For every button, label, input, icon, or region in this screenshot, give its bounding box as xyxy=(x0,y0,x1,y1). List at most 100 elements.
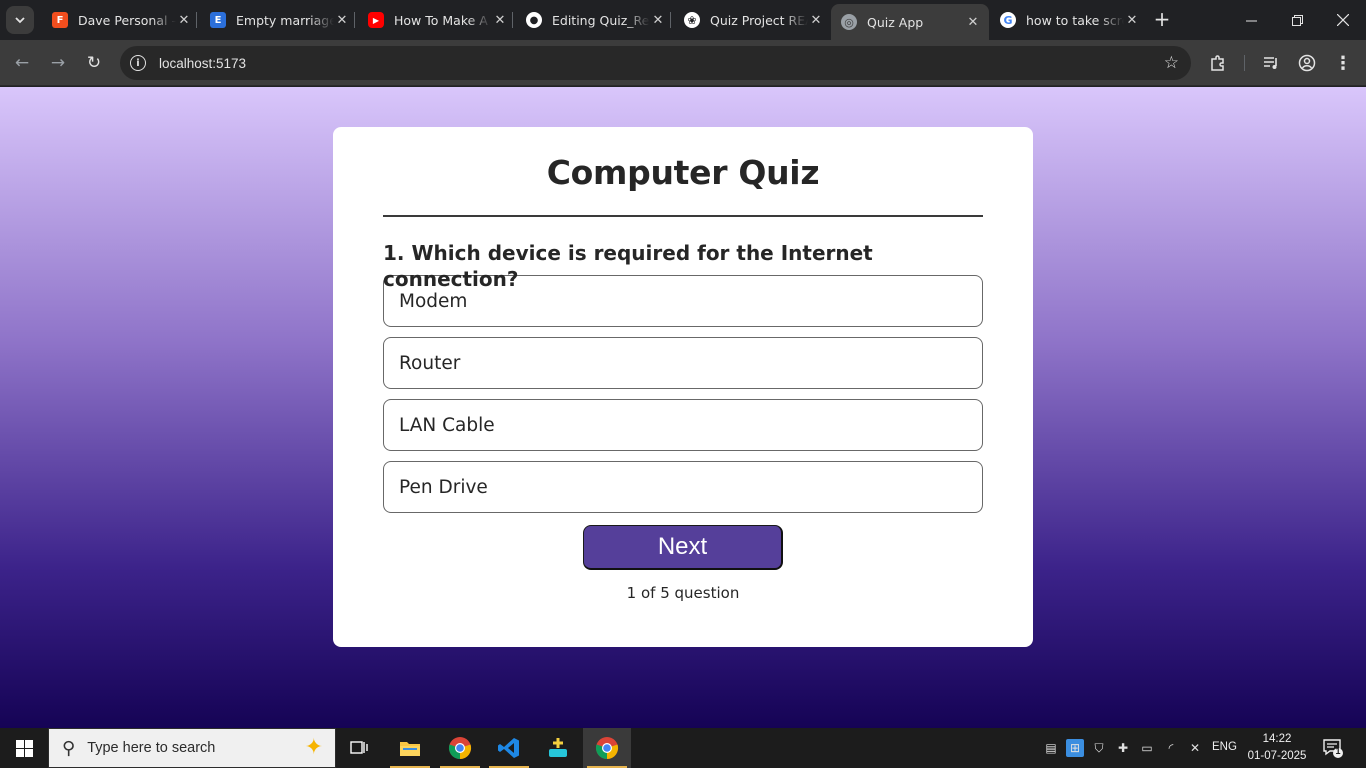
toolbar-separator xyxy=(1244,55,1245,71)
volume-muted-icon[interactable]: ✕ xyxy=(1186,739,1204,757)
tab-quiz-project[interactable]: ❀ Quiz Project REA ✕ xyxy=(674,4,832,36)
tab-title: Quiz Project REA xyxy=(710,12,808,28)
start-button[interactable] xyxy=(0,728,48,768)
tab-title: How To Make A xyxy=(394,12,488,28)
next-button[interactable]: Next xyxy=(583,525,783,570)
close-icon[interactable]: ✕ xyxy=(334,13,350,28)
answer-options: Modem Router LAN Cable Pen Drive xyxy=(383,275,983,513)
search-icon: ⚲ xyxy=(62,737,76,759)
site-info-icon[interactable]: i xyxy=(130,55,146,71)
close-icon[interactable]: ✕ xyxy=(650,13,666,28)
arrow-left-icon: ← xyxy=(14,53,30,73)
notification-count: 1 xyxy=(1335,746,1341,756)
chrome-icon xyxy=(448,737,472,760)
battery-icon[interactable]: ▭ xyxy=(1138,739,1156,757)
tab-separator xyxy=(512,12,513,28)
option-router[interactable]: Router xyxy=(383,337,983,389)
quiz-card: Computer Quiz 1. Which device is require… xyxy=(333,127,1033,647)
tray-device-icon[interactable]: ✚ xyxy=(1114,739,1132,757)
figma-icon: F xyxy=(52,12,68,28)
chatgpt-icon: ❀ xyxy=(684,12,700,28)
profile-button[interactable] xyxy=(1296,52,1318,74)
tab-editing-quiz[interactable]: ● Editing Quiz_Rea ✕ xyxy=(516,4,674,36)
chrome-taskbar-button[interactable] xyxy=(436,728,484,768)
tray-security-icon[interactable]: ⛉ xyxy=(1090,739,1108,757)
tab-dave-personal[interactable]: F Dave Personal – ✕ xyxy=(42,4,200,36)
close-icon[interactable]: ✕ xyxy=(176,13,192,28)
browser-toolbar: ← → ↻ i localhost:5173 ☆ ⋮ xyxy=(0,40,1366,86)
chrome-icon xyxy=(595,737,619,760)
vscode-icon xyxy=(498,738,519,758)
close-icon[interactable]: ✕ xyxy=(1124,13,1140,28)
menu-button[interactable]: ⋮ xyxy=(1332,52,1354,74)
chevron-down-icon xyxy=(15,17,25,24)
page-viewport: Computer Quiz 1. Which device is require… xyxy=(0,87,1366,728)
tab-title: Dave Personal – xyxy=(78,12,176,28)
question-text: 1. Which device is required for the Inte… xyxy=(383,241,873,291)
tab-quiz-app[interactable]: ◎ Quiz App ✕ xyxy=(831,4,989,40)
clock-date: 01-07-2025 xyxy=(1247,750,1307,762)
tab-title: how to take scre xyxy=(1026,12,1124,28)
tab-title: Quiz App xyxy=(867,14,924,30)
app-icon xyxy=(549,738,567,757)
account-icon xyxy=(1298,54,1316,72)
question-progress: 1 of 5 question xyxy=(626,584,740,602)
restore-button[interactable] xyxy=(1274,0,1320,40)
taskbar: ⚲ Type here to search ✦ ▤ ⊞ ⛉ ✚ ▭ ◜ ✕ EN… xyxy=(0,728,1366,768)
option-lan-cable[interactable]: LAN Cable xyxy=(383,399,983,451)
tab-how-to-make[interactable]: ▶ How To Make A ✕ xyxy=(358,4,516,36)
tab-separator xyxy=(196,12,197,28)
bookmark-star-icon[interactable]: ☆ xyxy=(1164,53,1179,73)
chrome-active-button[interactable] xyxy=(583,728,631,768)
document-icon: E xyxy=(210,12,226,28)
github-icon: ● xyxy=(526,12,542,28)
close-icon xyxy=(1337,14,1349,26)
tab-strip: F Dave Personal – ✕ E Empty marriage ✕ ▶… xyxy=(0,0,1366,40)
google-icon: G xyxy=(1000,12,1016,28)
close-window-button[interactable] xyxy=(1320,0,1366,40)
close-icon[interactable]: ✕ xyxy=(965,15,981,30)
media-controls-button[interactable] xyxy=(1260,52,1282,74)
close-icon[interactable]: ✕ xyxy=(808,13,824,28)
tab-separator xyxy=(670,12,671,28)
tab-search-button[interactable] xyxy=(6,6,34,34)
search-placeholder: Type here to search xyxy=(87,740,216,756)
minimize-icon xyxy=(1245,20,1257,21)
reload-button[interactable]: ↻ xyxy=(81,50,107,76)
option-pen-drive[interactable]: Pen Drive xyxy=(383,461,983,513)
restore-icon xyxy=(1291,14,1303,26)
tab-empty-marriage[interactable]: E Empty marriage ✕ xyxy=(200,4,358,36)
playlist-icon xyxy=(1264,57,1277,69)
more-vertical-icon: ⋮ xyxy=(1334,52,1352,74)
reload-icon: ↻ xyxy=(86,53,102,73)
back-button[interactable]: ← xyxy=(9,50,35,76)
tab-how-to-take[interactable]: G how to take scre ✕ xyxy=(990,4,1148,36)
url-text[interactable]: localhost:5173 xyxy=(159,56,246,71)
taskbar-search[interactable]: ⚲ Type here to search ✦ xyxy=(48,728,336,768)
puzzle-icon xyxy=(1211,55,1224,71)
minimize-button[interactable] xyxy=(1228,0,1274,40)
wifi-icon[interactable]: ◜ xyxy=(1162,739,1180,757)
arrow-right-icon: → xyxy=(50,53,66,73)
close-icon[interactable]: ✕ xyxy=(492,13,508,28)
tab-title: Editing Quiz_Rea xyxy=(552,12,650,28)
title-divider xyxy=(383,215,983,217)
address-bar[interactable]: i localhost:5173 ☆ xyxy=(120,46,1191,80)
vscode-button[interactable] xyxy=(485,728,533,768)
forward-button[interactable]: → xyxy=(45,50,71,76)
tray-app-icon[interactable]: ▤ xyxy=(1042,739,1060,757)
file-explorer-button[interactable] xyxy=(386,728,434,768)
sparkle-icon: ✦ xyxy=(304,735,323,760)
new-tab-button[interactable]: + xyxy=(1150,8,1174,32)
extensions-button[interactable] xyxy=(1207,52,1229,74)
tray-network-app-icon[interactable]: ⊞ xyxy=(1066,739,1084,757)
task-view-button[interactable] xyxy=(336,728,384,768)
tab-title: Empty marriage xyxy=(236,12,334,28)
notification-center-button[interactable]: 1 xyxy=(1322,737,1344,759)
app-launcher-button[interactable] xyxy=(534,728,582,768)
clock[interactable]: 14:22 01-07-2025 xyxy=(1244,731,1310,765)
task-view-icon xyxy=(350,741,368,754)
clock-time: 14:22 xyxy=(1262,733,1292,745)
language-indicator[interactable]: ENG xyxy=(1212,741,1237,753)
plus-icon: + xyxy=(1153,7,1171,31)
